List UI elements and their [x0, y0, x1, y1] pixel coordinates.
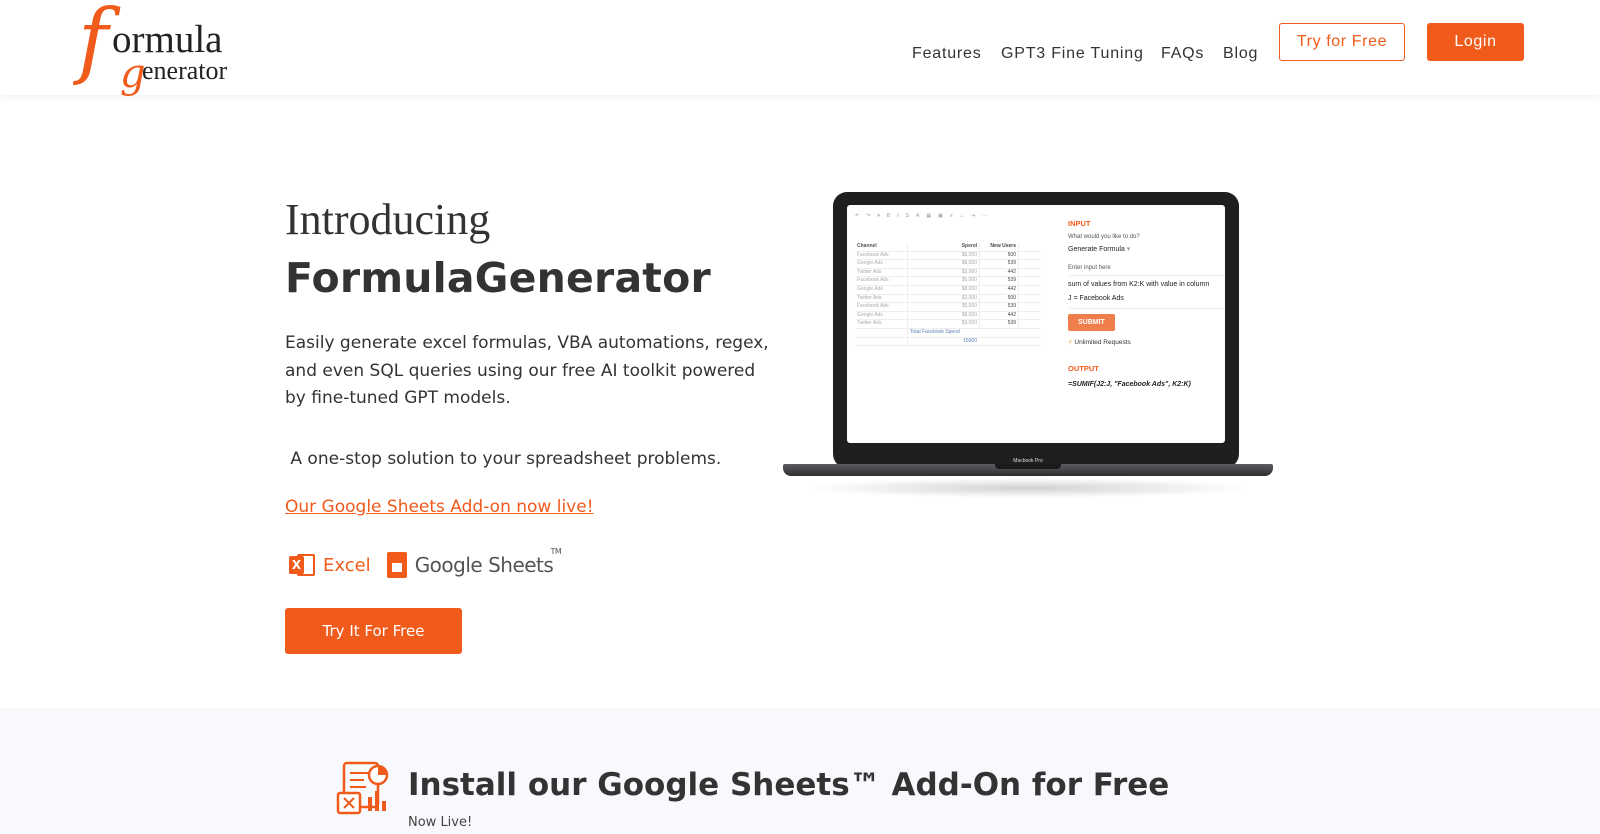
- sheet-header-row: Channel Spend New Users: [855, 243, 1041, 252]
- laptop-notch: [995, 464, 1061, 469]
- laptop-mockup: ↶ ↷ ▾ B I S A ▦ ▣ ≡ ⊥ ⇥ ⋯ Channel Spend New Users Faceb…: [783, 192, 1273, 512]
- panel-input-hint: Enter input here: [1068, 265, 1111, 271]
- panel-output-label: OUTPUT: [1068, 364, 1099, 373]
- hero-one-stop: A one-stop solution to your spreadsheet …: [285, 449, 722, 469]
- sheet-total-row: Total Facebook Spend: [855, 328, 1041, 338]
- sheet-row: Google Ads $8,000 442: [855, 311, 1041, 321]
- excel-label: Excel: [323, 554, 371, 576]
- nav-features[interactable]: Features: [912, 45, 982, 63]
- install-addon-title: Install our Google Sheets™ Add-On for Fr…: [408, 767, 1170, 803]
- site-header: f ormula g enerator Features GPT3 Fine T…: [0, 0, 1600, 95]
- sheet-row: Facebook Ads $5,000 539: [855, 277, 1041, 286]
- sheet-row: Twitter Ads $3,000 442: [855, 268, 1041, 278]
- panel-select: Generate Formula ▾: [1068, 246, 1131, 253]
- sheets-addon-link[interactable]: Our Google Sheets Add-on now live!: [285, 497, 594, 517]
- sheet-row: Twitter Ads $3,000 500: [855, 294, 1041, 304]
- panel-unlimited: ⚡ Unlimited Requests: [1068, 339, 1131, 346]
- spreadsheet-grid: Channel Spend New Users Facebook Ads $5,000 5…: [855, 243, 1041, 347]
- sheet-row: Facebook Ads $5,000 539: [855, 303, 1041, 312]
- google-sheets-label: Google Sheets TM: [414, 547, 562, 577]
- panel-output-text: =SUMIF(J2:J, "Facebook Ads", K2:K): [1068, 381, 1191, 388]
- nav-gpt3-fine-tuning[interactable]: GPT3 Fine Tuning: [1001, 45, 1144, 63]
- login-button[interactable]: Login: [1427, 23, 1524, 61]
- laptop-model-label: Macbook Pro: [1013, 458, 1043, 464]
- supported-apps: X Excel Google Sheets TM: [289, 547, 562, 582]
- sheet-row: Google Ads $8,000 539: [855, 260, 1041, 269]
- sheet-total-value-row: 15000: [855, 337, 1041, 347]
- laptop-screen: ↶ ↷ ▾ B I S A ▦ ▣ ≡ ⊥ ⇥ ⋯ Channel Spend New Users Faceb…: [847, 205, 1225, 443]
- install-addon-subtitle: Now Live!: [408, 815, 473, 830]
- nav-blog[interactable]: Blog: [1223, 45, 1258, 63]
- sheet-toolbar: ↶ ↷ ▾ B I S A ▦ ▣ ≡ ⊥ ⇥ ⋯: [855, 213, 988, 219]
- spreadsheet-chart-icon: [336, 761, 390, 815]
- try-for-free-button[interactable]: Try for Free: [1279, 23, 1405, 61]
- hero-brand-title: FormulaGenerator: [285, 254, 711, 302]
- panel-question: What would you like to do?: [1068, 234, 1140, 240]
- sheet-row: Facebook Ads $5,000 500: [855, 251, 1041, 261]
- logo-word-generator: enerator: [142, 56, 228, 85]
- laptop-shadow: [803, 478, 1253, 498]
- google-sheets-icon: [386, 552, 407, 578]
- try-it-for-free-button[interactable]: Try It For Free: [285, 608, 462, 654]
- panel-input-label: INPUT: [1068, 219, 1091, 228]
- hero-description: Easily generate excel formulas, VBA auto…: [285, 333, 769, 408]
- generator-panel: INPUT What would you like to do? Generat…: [1060, 205, 1225, 443]
- sheet-row: Google Ads $8,000 442: [855, 285, 1041, 295]
- formula-generator-logo[interactable]: f ormula g enerator: [78, 0, 268, 107]
- excel-icon: X: [289, 552, 315, 578]
- hero-intro: Introducing: [285, 195, 491, 244]
- nav-faqs[interactable]: FAQs: [1161, 45, 1204, 63]
- trademark-mark: TM: [550, 547, 562, 556]
- panel-input-text: sum of values from K2:K with value in co…: [1068, 275, 1225, 309]
- panel-submit-button: SUBMIT: [1068, 314, 1115, 331]
- sheet-row: Twitter Ads $3,000 539: [855, 320, 1041, 329]
- logo-f-glyph: f: [78, 0, 109, 88]
